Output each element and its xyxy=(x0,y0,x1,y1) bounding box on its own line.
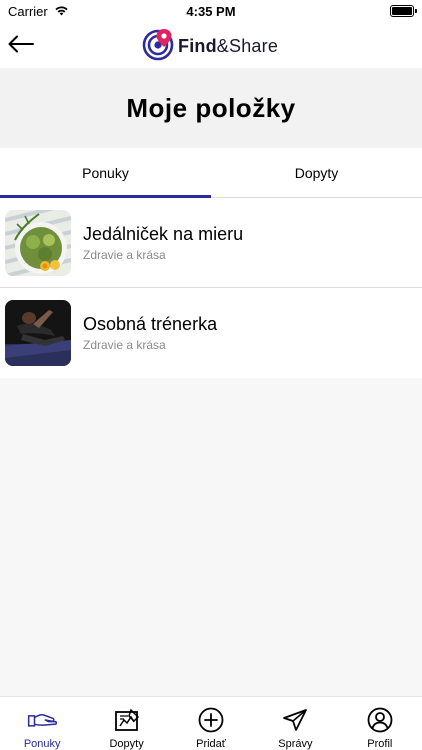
list-item[interactable]: Jedálniček na mieru Zdravie a krása xyxy=(0,198,422,288)
list-item-title: Jedálniček na mieru xyxy=(83,223,244,244)
list-item[interactable]: Osobná trénerka Zdravie a krása xyxy=(0,288,422,378)
brand-name-rest: &Share xyxy=(216,35,279,56)
page-title: Moje položky xyxy=(126,92,296,123)
list-item-text: Jedálniček na mieru Zdravie a krása xyxy=(83,224,243,262)
tab-dopyty[interactable]: Dopyty xyxy=(211,148,422,197)
brand-logo: Find&Share xyxy=(142,29,278,63)
tabbar-item-pridat[interactable]: Pridať xyxy=(169,697,253,750)
segment-tabs: Ponuky Dopyty xyxy=(0,148,422,198)
tab-ponuky[interactable]: Ponuky xyxy=(0,148,211,198)
list-item-title: Osobná trénerka xyxy=(83,314,218,334)
tabbar-item-profil[interactable]: Profil xyxy=(338,697,422,750)
tabbar-label: Správy xyxy=(278,738,313,750)
user-icon xyxy=(365,706,395,734)
handshake-icon xyxy=(27,706,58,734)
plus-circle-icon xyxy=(196,706,226,734)
target-pin-icon xyxy=(142,27,176,65)
back-button[interactable] xyxy=(6,32,36,60)
clock: 4:35 PM xyxy=(186,4,236,19)
easel-icon xyxy=(112,706,142,734)
tabbar-label: Ponuky xyxy=(23,738,61,750)
tabbar-label: Profil xyxy=(367,738,393,750)
navigation-bar: Find&Share xyxy=(0,24,422,68)
status-bar: Carrier 4:35 PM xyxy=(0,0,422,24)
bottom-tab-bar: Ponuky Dopyty Pridať Správy Profil xyxy=(0,696,422,750)
list-item-category: Zdravie a krása xyxy=(83,247,166,262)
salad-photo xyxy=(5,209,71,276)
items-list: Jedálniček na mieru Zdravie a krása Osob… xyxy=(0,198,422,378)
tabbar-item-dopyty[interactable]: Dopyty xyxy=(84,697,168,750)
arrow-left-icon xyxy=(8,35,34,57)
tabbar-label: Pridať xyxy=(196,738,226,750)
page-header: Moje položky xyxy=(0,68,422,148)
battery-icon xyxy=(390,5,417,17)
paper-plane-icon xyxy=(280,706,310,734)
brand-name: Find&Share xyxy=(178,36,278,57)
tabbar-item-spravy[interactable]: Správy xyxy=(253,697,337,750)
list-item-text: Osobná trénerka Zdravie a krása xyxy=(83,314,217,352)
fitness-photo xyxy=(5,300,71,366)
brand-name-bold: Find xyxy=(178,35,217,56)
tabbar-label: Dopyty xyxy=(109,738,144,750)
tabbar-item-ponuky[interactable]: Ponuky xyxy=(0,697,84,750)
list-item-category: Zdravie a krása xyxy=(83,338,166,352)
